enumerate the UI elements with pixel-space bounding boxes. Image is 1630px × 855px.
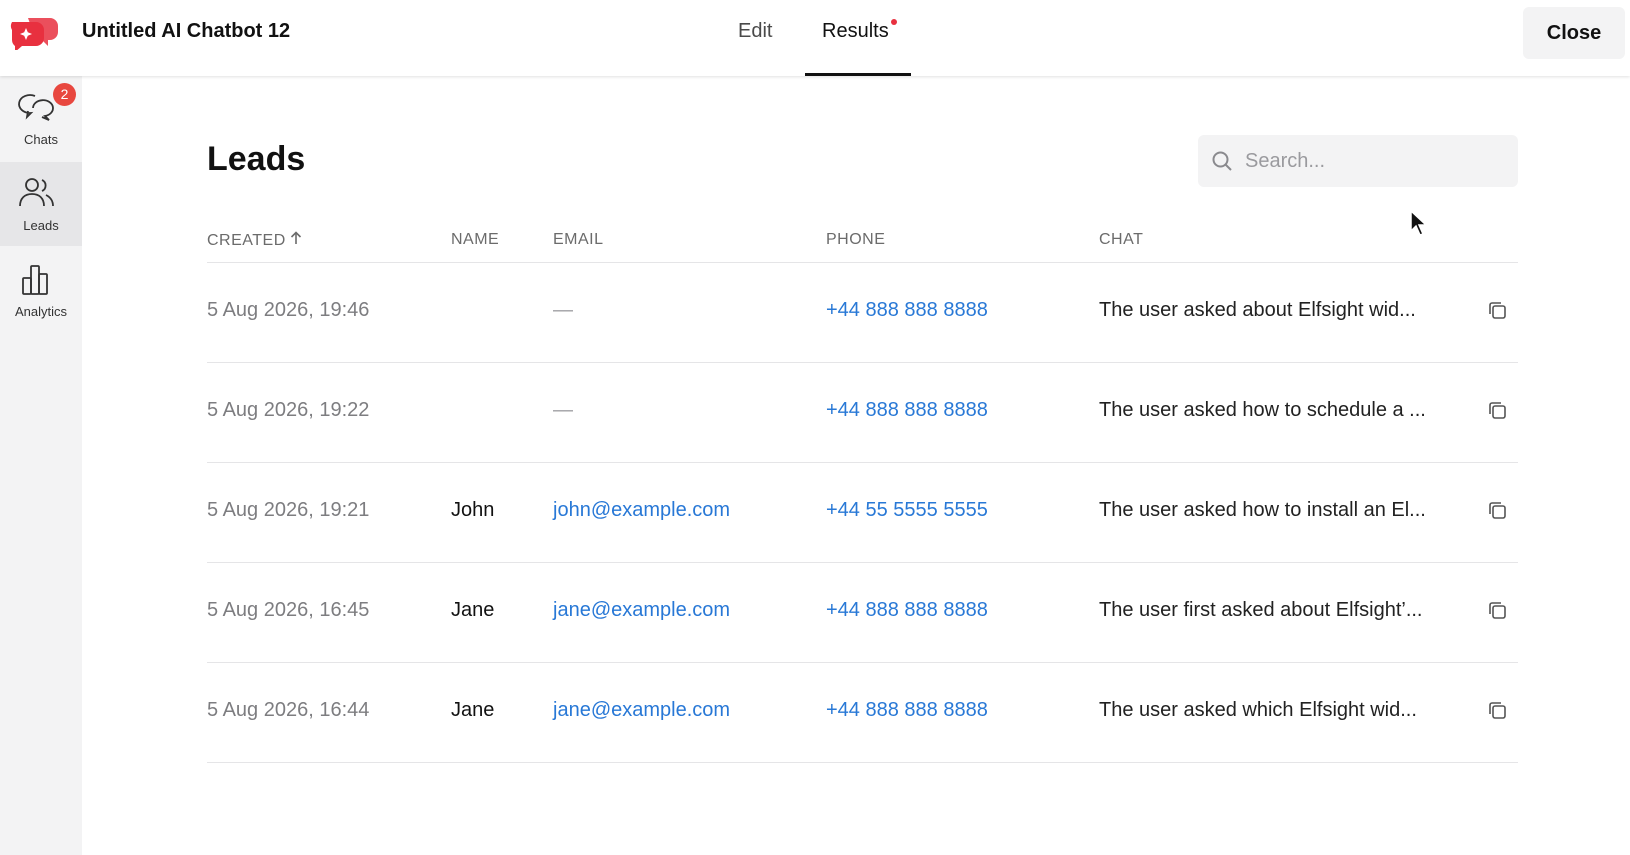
phone-link[interactable]: +44 888 888 8888 xyxy=(826,599,988,622)
sidebar: 2 Chats Leads Analytics xyxy=(0,76,82,855)
chat-summary-cell: The user asked which Elfsight wid... xyxy=(1099,699,1417,721)
sidebar-item-label: Chats xyxy=(24,132,58,147)
created-cell: 5 Aug 2026, 19:21 xyxy=(207,499,370,521)
table-row[interactable]: 5 Aug 2026, 19:22 — +44 888 888 8888 The… xyxy=(207,362,1518,462)
copy-icon[interactable] xyxy=(1485,598,1511,624)
phone-link[interactable]: +44 888 888 8888 xyxy=(826,399,988,422)
bar-chart-icon xyxy=(22,265,48,295)
table-row[interactable]: 5 Aug 2026, 16:44 Jane jane@example.com … xyxy=(207,662,1518,762)
name-cell: John xyxy=(451,499,495,521)
column-header-chat: CHAT xyxy=(1099,231,1144,248)
app-title: Untitled AI Chatbot 12 xyxy=(82,20,291,42)
chat-summary-cell: The user first asked about Elfsight’... xyxy=(1099,599,1423,621)
created-cell: 5 Aug 2026, 16:45 xyxy=(207,599,370,621)
sidebar-item-chats[interactable]: 2 Chats xyxy=(0,76,82,160)
column-header-phone: PHONE xyxy=(826,231,886,248)
table-row[interactable]: 5 Aug 2026, 19:21 John john@example.com … xyxy=(207,462,1518,562)
column-header-name: NAME xyxy=(451,231,500,248)
search-input[interactable] xyxy=(1245,135,1505,187)
chat-bubbles-icon xyxy=(18,94,54,121)
tab-results-label: Results xyxy=(822,20,889,42)
close-button[interactable]: Close xyxy=(1523,7,1625,59)
active-tab-indicator xyxy=(805,73,911,76)
column-header-created[interactable]: CREATED xyxy=(207,231,302,250)
sidebar-item-label: Analytics xyxy=(14,304,68,319)
unread-badge: 2 xyxy=(53,83,76,106)
sort-ascending-icon xyxy=(290,231,302,250)
column-header-label: CREATED xyxy=(207,232,286,249)
table-row[interactable]: 5 Aug 2026, 16:45 Jane jane@example.com … xyxy=(207,562,1518,662)
top-bar: Untitled AI Chatbot 12 Edit Results Clos… xyxy=(0,0,1630,76)
search-box xyxy=(1198,135,1518,187)
users-icon xyxy=(19,178,54,207)
row-divider xyxy=(207,762,1518,763)
chat-summary-cell: The user asked how to schedule a ... xyxy=(1099,399,1426,421)
tab-edit[interactable]: Edit xyxy=(738,20,772,43)
notification-dot xyxy=(890,19,897,25)
email-cell: — xyxy=(553,299,573,321)
tab-results[interactable]: Results xyxy=(822,19,897,43)
email-link[interactable]: jane@example.com xyxy=(553,699,730,722)
copy-icon[interactable] xyxy=(1485,298,1511,324)
sidebar-item-analytics[interactable]: Analytics xyxy=(0,248,82,332)
copy-icon[interactable] xyxy=(1485,698,1511,724)
table-row[interactable]: 5 Aug 2026, 19:46 — +44 888 888 8888 The… xyxy=(207,262,1518,362)
chatbot-logo-icon xyxy=(10,18,58,50)
page-title: Leads xyxy=(207,140,306,178)
created-cell: 5 Aug 2026, 19:22 xyxy=(207,399,370,421)
created-cell: 5 Aug 2026, 19:46 xyxy=(207,299,370,321)
phone-link[interactable]: +44 55 5555 5555 xyxy=(826,499,988,522)
name-cell: Jane xyxy=(451,599,495,621)
column-header-email: EMAIL xyxy=(553,231,604,248)
email-link[interactable]: jane@example.com xyxy=(553,599,730,622)
copy-icon[interactable] xyxy=(1485,498,1511,524)
phone-link[interactable]: +44 888 888 8888 xyxy=(826,299,988,322)
chat-summary-cell: The user asked how to install an El... xyxy=(1099,499,1426,521)
email-link[interactable]: john@example.com xyxy=(553,499,730,522)
search-icon xyxy=(1212,151,1232,171)
mouse-cursor-icon xyxy=(1410,209,1428,236)
sidebar-item-leads[interactable]: Leads xyxy=(0,162,82,246)
email-cell: — xyxy=(553,399,573,421)
sidebar-item-label: Leads xyxy=(23,218,59,233)
chat-summary-cell: The user asked about Elfsight wid... xyxy=(1099,299,1416,321)
phone-link[interactable]: +44 888 888 8888 xyxy=(826,699,988,722)
name-cell: Jane xyxy=(451,699,495,721)
copy-icon[interactable] xyxy=(1485,398,1511,424)
created-cell: 5 Aug 2026, 16:44 xyxy=(207,699,370,721)
